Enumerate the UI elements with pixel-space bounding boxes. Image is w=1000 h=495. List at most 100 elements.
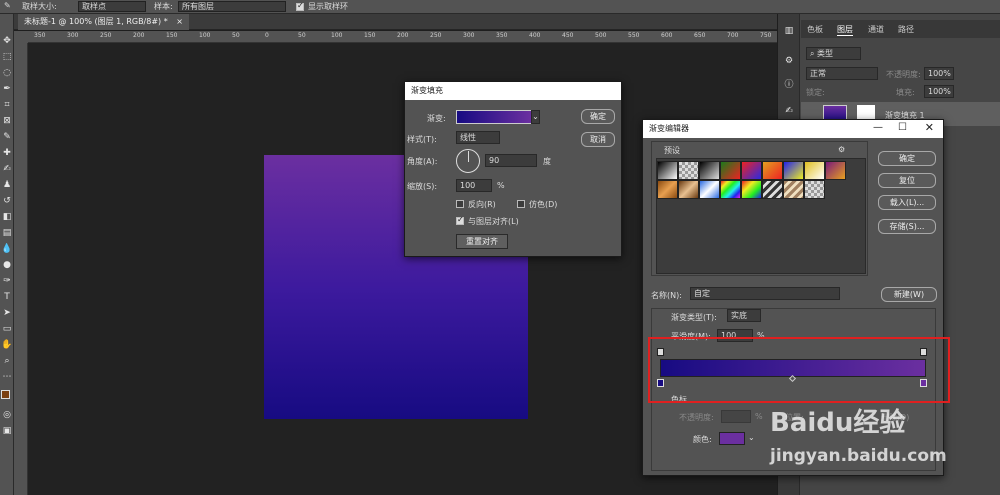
info-icon[interactable]: ⓘ — [783, 80, 795, 91]
panel-tabs: 色板 图层 通道 路径 — [801, 20, 1000, 38]
reverse-label: 反向(R) — [468, 200, 496, 209]
gradient-dropdown[interactable]: ⌄ — [531, 110, 540, 124]
preset-swatch[interactable] — [699, 180, 720, 199]
stamp-tool-icon[interactable]: ♟ — [1, 180, 13, 191]
preset-swatch[interactable] — [804, 180, 825, 199]
pen-tool-icon[interactable]: ✑ — [1, 276, 13, 287]
preset-swatch[interactable] — [657, 161, 678, 180]
gear-icon[interactable]: ⚙ — [838, 145, 845, 154]
sample-select[interactable]: 所有图层 — [178, 1, 286, 12]
horizontal-ruler: 350 300 250 200 150 100 50 0 50 100 150 200 250 300 35… — [28, 31, 777, 43]
layer-opacity-input[interactable]: 100% — [924, 67, 954, 80]
eraser-tool-icon[interactable]: ◧ — [1, 212, 13, 223]
frame-tool-icon[interactable]: ⊠ — [1, 116, 13, 127]
lasso-tool-icon[interactable]: ◌ — [1, 68, 13, 79]
tab-layers[interactable]: 图层 — [837, 24, 853, 36]
chevron-down-icon[interactable]: ⌄ — [748, 433, 755, 442]
stop-color-label: 颜色: — [693, 435, 712, 444]
preset-swatch[interactable] — [825, 161, 846, 180]
close-icon[interactable]: ✕ — [925, 121, 934, 134]
sample-size-select[interactable]: 取样点 — [78, 1, 146, 12]
type-select[interactable]: 实底 — [727, 309, 761, 322]
close-icon[interactable]: × — [176, 17, 183, 26]
dither-checkbox[interactable] — [517, 200, 525, 208]
brush-panel-icon[interactable]: ✍ — [783, 106, 795, 117]
name-input[interactable]: 自定 — [690, 287, 840, 300]
save-button[interactable]: 存储(S)... — [878, 219, 936, 234]
preset-swatch[interactable] — [804, 161, 825, 180]
highlight-box — [648, 337, 950, 403]
preset-swatch[interactable] — [678, 161, 699, 180]
tab-channels[interactable]: 通道 — [868, 24, 884, 35]
options-bar: ✎ 取样大小: 取样点 样本: 所有图层 显示取样环 — [0, 0, 1000, 14]
tab-paths[interactable]: 路径 — [898, 24, 914, 35]
load-button[interactable]: 载入(L)... — [878, 195, 936, 210]
shape-tool-icon[interactable]: ▭ — [1, 324, 13, 335]
presets-label: 预设 — [664, 146, 680, 155]
style-select[interactable]: 线性 — [456, 131, 500, 144]
reset-align-button[interactable]: 重置对齐 — [456, 234, 508, 249]
gradient-preview[interactable] — [456, 110, 532, 124]
scale-input[interactable]: 100 — [456, 179, 492, 192]
preset-swatch[interactable] — [720, 180, 741, 199]
crop-tool-icon[interactable]: ⌗ — [1, 100, 13, 111]
preset-swatch[interactable] — [657, 180, 678, 199]
eyedropper-tool-icon[interactable]: ✎ — [1, 132, 13, 143]
dodge-tool-icon[interactable]: ● — [1, 260, 13, 271]
brush-tool-icon[interactable]: ✍ — [1, 164, 13, 175]
preset-swatch[interactable] — [699, 161, 720, 180]
stop-color-swatch[interactable] — [719, 432, 745, 445]
blend-mode-select[interactable]: 正常 — [806, 67, 878, 80]
angle-input[interactable]: 90 — [485, 154, 537, 167]
quick-mask-icon[interactable]: ◎ — [1, 410, 13, 421]
tab-swatches[interactable]: 色板 — [807, 24, 823, 35]
zoom-tool-icon[interactable]: ⌕ — [1, 356, 13, 367]
cancel-button[interactable]: 取消 — [581, 132, 615, 147]
editor-ok-button[interactable]: 确定 — [878, 151, 936, 166]
angle-dial[interactable] — [456, 149, 480, 173]
type-tool-icon[interactable]: T — [1, 292, 13, 303]
preset-swatch[interactable] — [783, 180, 804, 199]
minimize-icon[interactable]: — — [873, 122, 883, 133]
marquee-tool-icon[interactable]: ⬚ — [1, 52, 13, 63]
blur-tool-icon[interactable]: 💧 — [1, 244, 13, 255]
ok-button[interactable]: 确定 — [581, 109, 615, 124]
more-tools-icon[interactable]: ⋯ — [1, 372, 13, 383]
history-icon[interactable]: ▥ — [783, 26, 795, 37]
reverse-checkbox[interactable] — [456, 200, 464, 208]
move-tool-icon[interactable]: ✥ — [1, 36, 13, 47]
preset-swatch[interactable] — [720, 161, 741, 180]
heal-tool-icon[interactable]: ✚ — [1, 148, 13, 159]
adjust-icon[interactable]: ⚙ — [783, 56, 795, 67]
new-button[interactable]: 新建(W) — [881, 287, 937, 302]
document-title: 未标题-1 @ 100% (图层 1, RGB/8#) * — [24, 17, 168, 26]
preset-swatch[interactable] — [741, 180, 762, 199]
preset-swatch[interactable] — [762, 180, 783, 199]
fill-label: 填充: — [896, 88, 915, 97]
editor-reset-button[interactable]: 复位 — [878, 173, 936, 188]
ruler-tick-label: 650 — [694, 32, 706, 39]
ruler-tick-label: 500 — [595, 32, 607, 39]
preset-swatch[interactable] — [762, 161, 783, 180]
align-checkbox[interactable] — [456, 215, 464, 225]
maximize-icon[interactable]: ☐ — [898, 122, 907, 133]
show-ring-checkbox[interactable] — [296, 1, 304, 11]
eyedropper-icon[interactable]: ✎ — [4, 1, 11, 10]
history-brush-icon[interactable]: ↺ — [1, 196, 13, 207]
path-select-icon[interactable]: ➤ — [1, 308, 13, 319]
preset-swatch[interactable] — [741, 161, 762, 180]
chevron-down-icon: ⌄ — [532, 112, 539, 121]
screen-mode-icon[interactable]: ▣ — [1, 426, 13, 437]
document-tab[interactable]: 未标题-1 @ 100% (图层 1, RGB/8#) * × — [18, 14, 189, 30]
stop-opacity-input[interactable] — [721, 410, 751, 423]
ruler-tick-label: 300 — [67, 32, 79, 39]
hand-tool-icon[interactable]: ✋ — [1, 340, 13, 351]
preset-swatch[interactable] — [678, 180, 699, 199]
show-ring-label: 显示取样环 — [308, 2, 348, 11]
foreground-color-swatch[interactable] — [1, 390, 10, 399]
fill-input[interactable]: 100% — [924, 85, 954, 98]
quick-select-icon[interactable]: ✒ — [1, 84, 13, 95]
gradient-tool-icon[interactable]: ▤ — [1, 228, 13, 239]
layer-kind-filter[interactable]: ⌕ 类型 — [806, 47, 861, 60]
preset-swatch[interactable] — [783, 161, 804, 180]
